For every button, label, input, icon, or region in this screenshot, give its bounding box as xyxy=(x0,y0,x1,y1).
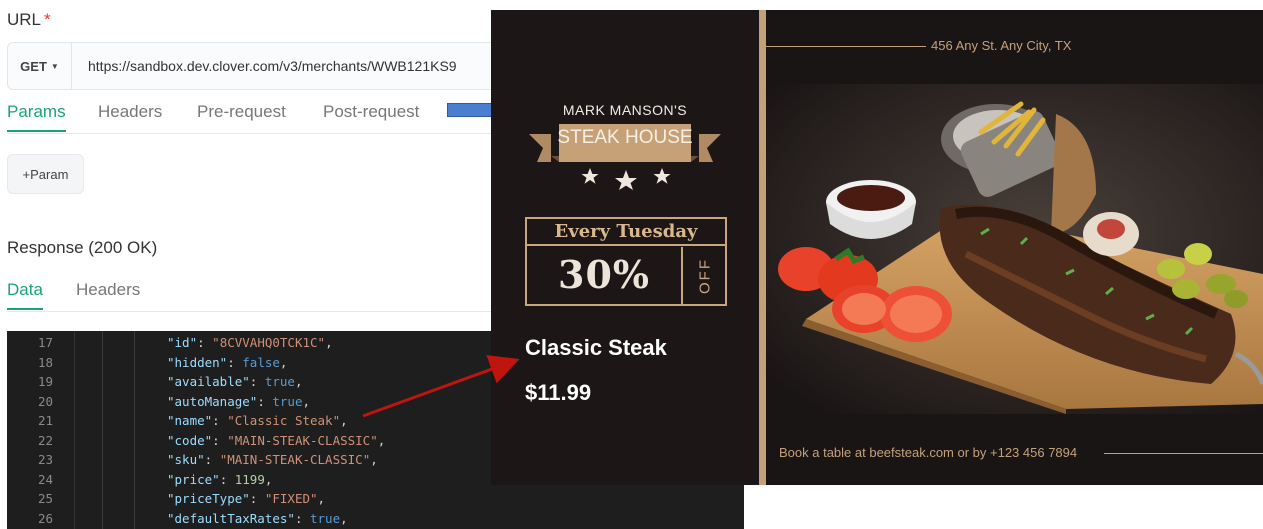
line-number: 21 xyxy=(37,413,53,428)
json-key: "code" xyxy=(167,432,213,448)
json-key: "available" xyxy=(167,374,250,389)
line-number: 26 xyxy=(37,510,53,526)
add-param-button[interactable]: +Param xyxy=(7,154,84,194)
line-number: 20 xyxy=(37,393,53,409)
method-label: GET xyxy=(20,58,47,74)
json-value: "FIXED" xyxy=(264,491,318,506)
line-number: 25 xyxy=(37,491,53,506)
json-key: "priceType" xyxy=(167,491,250,506)
json-key: "autoManage" xyxy=(167,393,258,409)
flyer-divider xyxy=(759,10,766,485)
highlight-marker xyxy=(447,103,493,117)
line-number: 24 xyxy=(37,471,53,487)
code-text: "hidden": false, xyxy=(167,354,288,370)
tab-post-request[interactable]: Post-request xyxy=(323,102,419,130)
url-bar: GET ▼ https://sandbox.dev.clover.com/v3/m… xyxy=(7,42,567,90)
json-value: true xyxy=(272,393,303,409)
brand-name: MARK MANSON'S xyxy=(562,102,688,118)
code-line: 26 "defaultTaxRates": true, xyxy=(7,509,744,529)
promo-off: OFF xyxy=(687,252,723,300)
json-value: false xyxy=(242,354,280,370)
json-value: 1199 xyxy=(234,471,265,487)
json-key: "name" xyxy=(167,413,213,428)
tab-pre-request[interactable]: Pre-request xyxy=(197,102,286,130)
item-price: $11.99 xyxy=(525,380,592,405)
line-number: 19 xyxy=(37,374,53,389)
tab-params[interactable]: Params xyxy=(7,102,66,132)
url-label: URL * xyxy=(7,10,51,30)
chevron-down-icon: ▼ xyxy=(50,61,59,71)
line-number: 22 xyxy=(37,432,53,448)
json-key: "hidden" xyxy=(167,354,228,370)
restaurant-flyer: MARK MANSON'S STEAK HOUSE Every Tuesday … xyxy=(491,10,1263,485)
flyer-left-panel: MARK MANSON'S STEAK HOUSE Every Tuesday … xyxy=(491,10,759,485)
json-key: "id" xyxy=(167,335,198,350)
stars-icon xyxy=(581,168,671,190)
flyer-right-panel: 456 Any St. Any City, TX Book a table at… xyxy=(766,10,1263,485)
line-number: 18 xyxy=(37,354,53,370)
booking-rule xyxy=(1104,453,1263,454)
code-text: "code": "MAIN-STEAK-CLASSIC", xyxy=(167,432,386,448)
line-number: 23 xyxy=(37,452,53,467)
url-label-text: URL xyxy=(7,10,42,29)
tab-data[interactable]: Data xyxy=(7,280,43,310)
code-text: "name": "Classic Steak", xyxy=(167,413,348,428)
response-tabs: Data Headers xyxy=(7,280,491,312)
steak-photo xyxy=(766,84,1263,414)
json-value: "Classic Steak" xyxy=(227,413,341,428)
address-rule xyxy=(766,46,926,47)
json-value: "8CVVAHQ0TCK1C" xyxy=(212,335,326,350)
line-number: 17 xyxy=(37,335,53,350)
json-value: "MAIN-STEAK-CLASSIC" xyxy=(227,432,378,448)
code-text: "defaultTaxRates": true, xyxy=(167,510,348,526)
address-text: 456 Any St. Any City, TX xyxy=(931,38,1072,53)
response-title: Response (200 OK) xyxy=(7,238,158,257)
url-input[interactable]: https://sandbox.dev.clover.com/v3/mercha… xyxy=(88,58,457,74)
code-text: "id": "8CVVAHQ0TCK1C", xyxy=(167,335,333,350)
code-text: "priceType": "FIXED", xyxy=(167,491,326,506)
promo-percent: 30% xyxy=(527,247,683,304)
json-value: true xyxy=(264,374,295,389)
json-key: "defaultTaxRates" xyxy=(167,510,295,526)
tab-headers[interactable]: Headers xyxy=(98,102,162,130)
json-key: "sku" xyxy=(167,452,205,467)
code-text: "autoManage": true, xyxy=(167,393,311,409)
brand-subtitle: STEAK HOUSE xyxy=(557,127,693,148)
tab-response-headers[interactable]: Headers xyxy=(76,280,140,308)
method-select[interactable]: GET ▼ xyxy=(8,43,72,89)
request-tabs: Params Headers Pre-request Post-request xyxy=(7,102,491,134)
code-text: "available": true, xyxy=(167,374,303,389)
item-name: Classic Steak xyxy=(525,335,667,360)
code-text: "price": 1199, xyxy=(167,471,273,487)
promo-box: Every Tuesday 30% OFF xyxy=(525,217,727,306)
json-key: "price" xyxy=(167,471,220,487)
booking-text: Book a table at beefsteak.com or by +123… xyxy=(779,445,1078,460)
json-value: "MAIN-STEAK-CLASSIC" xyxy=(219,452,371,467)
required-mark: * xyxy=(44,10,51,29)
promo-off-text: OFF xyxy=(696,258,714,294)
promo-day: Every Tuesday xyxy=(527,219,725,246)
code-line: 25 "priceType": "FIXED", xyxy=(7,489,744,509)
code-text: "sku": "MAIN-STEAK-CLASSIC", xyxy=(167,452,378,467)
json-value: true xyxy=(310,510,341,526)
